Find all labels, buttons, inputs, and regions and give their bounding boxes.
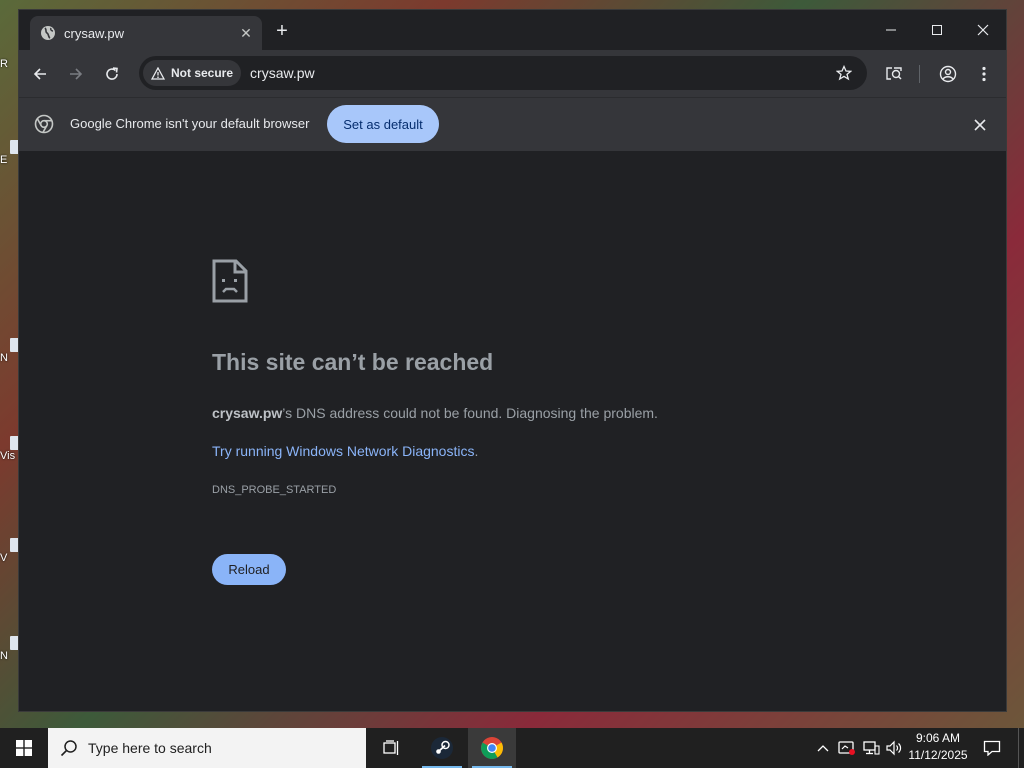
desktop-icon-fragment[interactable]: R: [0, 58, 18, 70]
task-view-icon: [383, 740, 399, 755]
taskbar: Type here to search 9:06 AM 11/12/2025: [0, 728, 1024, 768]
clock-time: 9:06 AM: [915, 731, 961, 745]
desktop-icon-fragment[interactable]: V: [0, 538, 20, 564]
taskbar-clock[interactable]: 9:06 AM 11/12/2025: [902, 730, 974, 764]
address-bar[interactable]: Not secure crysaw.pw: [139, 56, 867, 90]
reload-toolbar-button[interactable]: [99, 61, 125, 87]
desktop-icon-fragment[interactable]: Vis: [0, 436, 20, 462]
search-placeholder: Type here to search: [88, 740, 212, 756]
taskbar-chrome[interactable]: [468, 728, 516, 768]
profile-icon: [939, 65, 957, 83]
lens-search-icon: [886, 67, 902, 80]
minimize-button[interactable]: [868, 10, 914, 50]
default-browser-infobar: Google Chrome isn't your default browser…: [19, 97, 1006, 152]
infobar-message: Google Chrome isn't your default browser: [70, 116, 310, 131]
search-icon: [60, 740, 77, 757]
desktop-icon-fragment[interactable]: N: [0, 338, 20, 364]
clock-date: 11/12/2025: [908, 748, 968, 762]
error-description: crysaw.pw’s DNS address could not be fou…: [212, 405, 658, 421]
chevron-up-icon: [817, 745, 829, 752]
tray-app-icon[interactable]: [836, 728, 858, 768]
desktop-icon-label: N: [0, 352, 8, 364]
windows-logo-icon: [16, 740, 32, 756]
chrome-icon: [481, 737, 503, 759]
menu-button[interactable]: [971, 61, 997, 87]
minimize-icon: [886, 29, 896, 31]
volume-control[interactable]: [884, 728, 904, 768]
error-description-text: ’s DNS address could not be found. Diagn…: [282, 405, 658, 421]
steam-icon: [431, 737, 453, 759]
chrome-logo-icon: [34, 114, 54, 134]
notification-icon: [983, 740, 1001, 756]
desktop-icon-fragment[interactable]: E: [0, 140, 20, 166]
close-tab-icon[interactable]: ✕: [236, 23, 256, 43]
error-code: DNS_PROBE_STARTED: [212, 484, 337, 496]
show-hidden-icons[interactable]: [812, 728, 834, 768]
start-button[interactable]: [0, 728, 48, 768]
desktop-icon-label: R: [0, 58, 8, 70]
show-desktop-button[interactable]: [1018, 728, 1024, 768]
close-window-button[interactable]: [960, 10, 1006, 50]
forward-button[interactable]: [63, 61, 89, 87]
url-text[interactable]: crysaw.pw: [250, 65, 831, 81]
desktop-icon-label: N: [0, 650, 8, 662]
close-infobar-icon[interactable]: [969, 114, 991, 136]
globe-icon: [40, 25, 56, 41]
set-as-default-button[interactable]: Set as default: [327, 105, 439, 143]
taskbar-steam[interactable]: [418, 728, 466, 768]
refresh-icon: [106, 67, 118, 80]
security-chip[interactable]: Not secure: [143, 60, 242, 86]
tab-active[interactable]: crysaw.pw ✕: [30, 16, 262, 50]
network-diagnostics-link[interactable]: Try running Windows Network Diagnostics: [212, 443, 474, 459]
bookmark-star-icon[interactable]: [831, 60, 857, 86]
desktop-icon-label: Vis: [0, 450, 16, 462]
profile-button[interactable]: [935, 61, 961, 87]
browser-window: crysaw.pw ✕ + Not secure crysaw.pw Googl…: [19, 10, 1006, 711]
arrow-right-icon: [70, 68, 83, 80]
desktop-icon-label: V: [0, 552, 8, 564]
desktop-icon-fragment[interactable]: N: [0, 636, 20, 662]
action-center-button[interactable]: [980, 728, 1004, 768]
tab-title: crysaw.pw: [64, 25, 124, 41]
lens-search-button[interactable]: [881, 61, 907, 87]
new-tab-button[interactable]: +: [271, 20, 293, 42]
reload-button[interactable]: Reload: [212, 554, 286, 585]
more-vertical-icon: [982, 66, 986, 82]
close-icon: [977, 24, 989, 36]
arrow-left-icon: [33, 68, 46, 80]
error-title: This site can’t be reached: [212, 349, 494, 375]
tray-app-icon-glyph: [838, 741, 855, 755]
taskbar-search[interactable]: Type here to search: [48, 728, 366, 768]
link-suffix: .: [474, 443, 479, 459]
desktop-icon-label: E: [0, 154, 8, 166]
error-host: crysaw.pw: [212, 405, 283, 421]
network-status[interactable]: [860, 728, 882, 768]
network-diagnostics-line: Try running Windows Network Diagnostics.: [212, 443, 478, 459]
back-button[interactable]: [27, 61, 53, 87]
security-label: Not secure: [171, 66, 234, 80]
network-icon: [863, 741, 880, 755]
task-view-button[interactable]: [368, 728, 416, 768]
maximize-icon: [932, 25, 942, 35]
page-content: This site can’t be reached crysaw.pw’s D…: [19, 151, 1006, 711]
tab-strip: crysaw.pw ✕ +: [19, 10, 1006, 50]
toolbar-divider: [919, 65, 920, 83]
speaker-icon: [886, 740, 902, 756]
warning-triangle-icon: [151, 66, 165, 80]
sad-page-icon: [212, 259, 248, 303]
browser-toolbar: Not secure crysaw.pw: [19, 50, 1006, 97]
maximize-button[interactable]: [914, 10, 960, 50]
